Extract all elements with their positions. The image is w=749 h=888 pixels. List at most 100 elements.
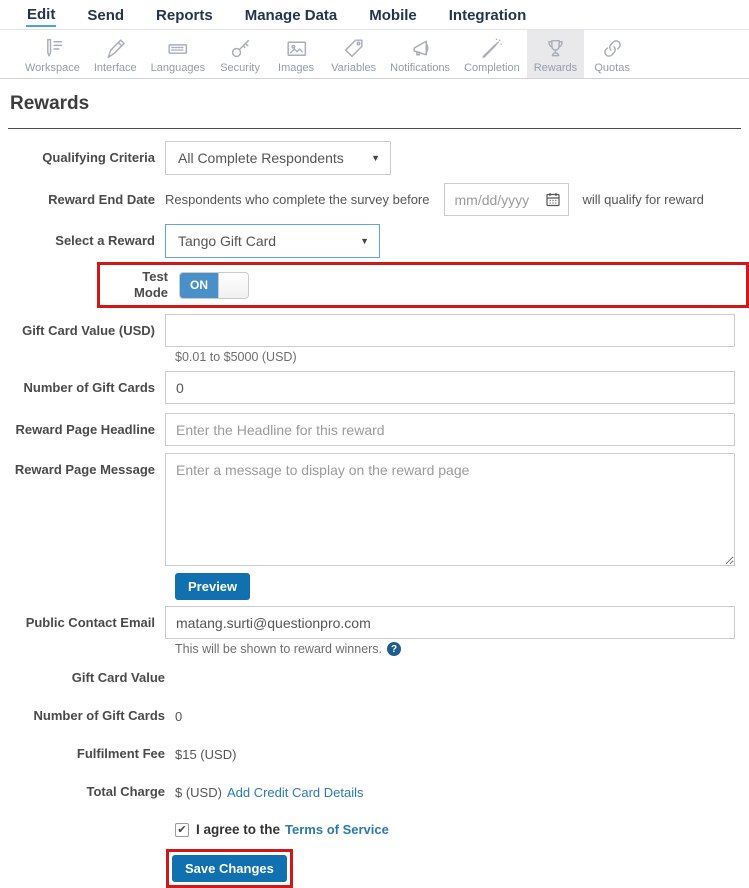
completion-icon [479,35,504,61]
toolbar-item-label: Completion [464,62,520,74]
toolbar-item-rewards[interactable]: Rewards [526,30,585,78]
agree-text: I agree to the [196,822,281,837]
reward-end-date-prefix: Respondents who complete the survey befo… [165,192,430,207]
reward-end-date-suffix: will qualify for reward [582,192,704,207]
rewards-form: Qualifying Criteria All Complete Respond… [0,141,749,888]
nav-send[interactable]: Send [86,4,125,26]
preview-button[interactable]: Preview [175,573,251,600]
summary-total-charge: Total Charge $ (USD) Add Credit Card Det… [0,784,749,800]
summary-label: Total Charge [86,784,166,799]
contact-email-input[interactable] [165,606,735,639]
select-reward-value: Tango Gift Card [178,233,277,249]
num-gift-cards-label: Number of Gift Cards [23,379,155,395]
toolbar-item-interface[interactable]: Interface [87,30,144,78]
preview-row: Preview [175,573,749,600]
gift-card-value-helper: $0.01 to $5000 (USD) [175,350,297,364]
message-label: Reward Page Message [14,462,155,477]
summary-num-gift-cards: Number of Gift Cards 0 [0,708,749,724]
chevron-down-icon [371,153,380,163]
contact-email-row: Public Contact Email [0,606,749,639]
charge-summary: Gift Card Value Number of Gift Cards 0 F… [0,670,749,800]
chevron-down-icon [360,236,369,246]
page-title: Rewards [10,93,90,114]
toolbar-item-label: Quotas [594,62,630,74]
num-gift-cards-input[interactable] [165,371,735,404]
notifications-icon [408,35,433,61]
headline-row: Reward Page Headline [0,413,749,446]
summary-value: $15 (USD) [175,746,237,762]
nav-reports[interactable]: Reports [155,4,214,26]
summary-label: Gift Card Value [71,670,165,685]
toolbar-item-quotas[interactable]: Quotas [584,30,640,78]
qualifying-criteria-value: All Complete Respondents [178,150,344,166]
security-icon [228,35,253,61]
nav-mobile[interactable]: Mobile [368,4,418,26]
message-textarea[interactable] [165,453,735,566]
toolbar-item-notifications[interactable]: Notifications [383,30,457,78]
save-highlight: Save Changes [166,849,293,888]
save-changes-button[interactable]: Save Changes [172,855,287,882]
gift-card-value-input[interactable] [165,314,735,347]
toolbar-item-label: Images [278,62,315,74]
message-row: Reward Page Message [0,453,749,566]
qualifying-criteria-label: Qualifying Criteria [42,150,155,165]
qualifying-criteria-row: Qualifying Criteria All Complete Respond… [0,141,749,175]
headline-label: Reward Page Headline [15,421,155,437]
agree-checkbox[interactable] [175,822,189,837]
help-icon[interactable] [387,642,402,656]
gift-card-value-label: Gift Card Value (USD) [22,322,155,338]
summary-gift-card-value: Gift Card Value [0,670,749,686]
reward-end-date-label: Reward End Date [48,191,155,207]
toolbar-item-label: Rewards [533,62,578,74]
agree-row: I agree to the Terms of Service [175,822,749,837]
toolbar-item-variables[interactable]: Variables [324,30,383,78]
top-nav: Edit Send Reports Manage Data Mobile Int… [0,0,749,30]
summary-value: $ (USD) [175,784,222,800]
nav-edit[interactable]: Edit [26,3,57,27]
quotas-icon [600,35,625,61]
test-mode-highlight: Test Mode ON [97,262,749,308]
toolbar-item-label: Workspace [25,62,80,74]
toolbar-item-completion[interactable]: Completion [457,30,527,78]
toolbar-item-label: Interface [93,62,137,74]
select-reward-select[interactable]: Tango Gift Card [165,224,380,258]
toolbar-item-label: Security [220,62,260,74]
select-reward-row: Select a Reward Tango Gift Card [0,224,749,258]
images-icon [284,35,309,61]
test-mode-toggle[interactable]: ON [179,271,249,299]
toolbar-item-label: Notifications [390,62,451,74]
num-gift-cards-row: Number of Gift Cards [0,371,749,404]
contact-email-helper: This will be shown to reward winners. [175,642,383,656]
nav-manage-data[interactable]: Manage Data [244,4,339,26]
select-reward-label: Select a Reward [55,233,155,248]
toolbar-item-workspace[interactable]: Workspace [18,30,87,78]
languages-icon [165,35,190,61]
terms-of-service-link[interactable]: Terms of Service [285,822,389,837]
rewards-icon [543,35,568,61]
toolbar-item-label: Languages [150,62,206,74]
summary-fulfilment-fee: Fulfilment Fee $15 (USD) [0,746,749,762]
test-mode-label: Test Mode [134,269,168,300]
toolbar-item-label: Variables [331,62,377,74]
headline-input[interactable] [165,413,735,446]
summary-label: Number of Gift Cards [33,708,165,723]
toggle-on-label: ON [180,272,218,298]
nav-integration[interactable]: Integration [448,4,528,26]
contact-email-helper-row: This will be shown to reward winners. [175,642,749,656]
toggle-knob [218,272,248,298]
interface-icon [103,35,128,61]
toolbar-item-languages[interactable]: Languages [144,30,212,78]
title-divider [8,128,741,129]
calendar-icon[interactable] [545,191,561,212]
summary-value: 0 [175,708,183,724]
toolbar-item-images[interactable]: Images [268,30,324,78]
contact-email-label: Public Contact Email [25,614,155,630]
test-mode-row: Test Mode ON [0,262,749,308]
settings-toolbar: Workspace Interface Languages Security I… [0,30,749,79]
toolbar-item-security[interactable]: Security [212,30,268,78]
variables-icon [341,35,366,61]
workspace-icon [40,35,65,61]
gift-card-value-row: Gift Card Value (USD) [0,314,749,347]
add-credit-card-link[interactable]: Add Credit Card Details [227,785,364,800]
qualifying-criteria-select[interactable]: All Complete Respondents [165,141,391,175]
